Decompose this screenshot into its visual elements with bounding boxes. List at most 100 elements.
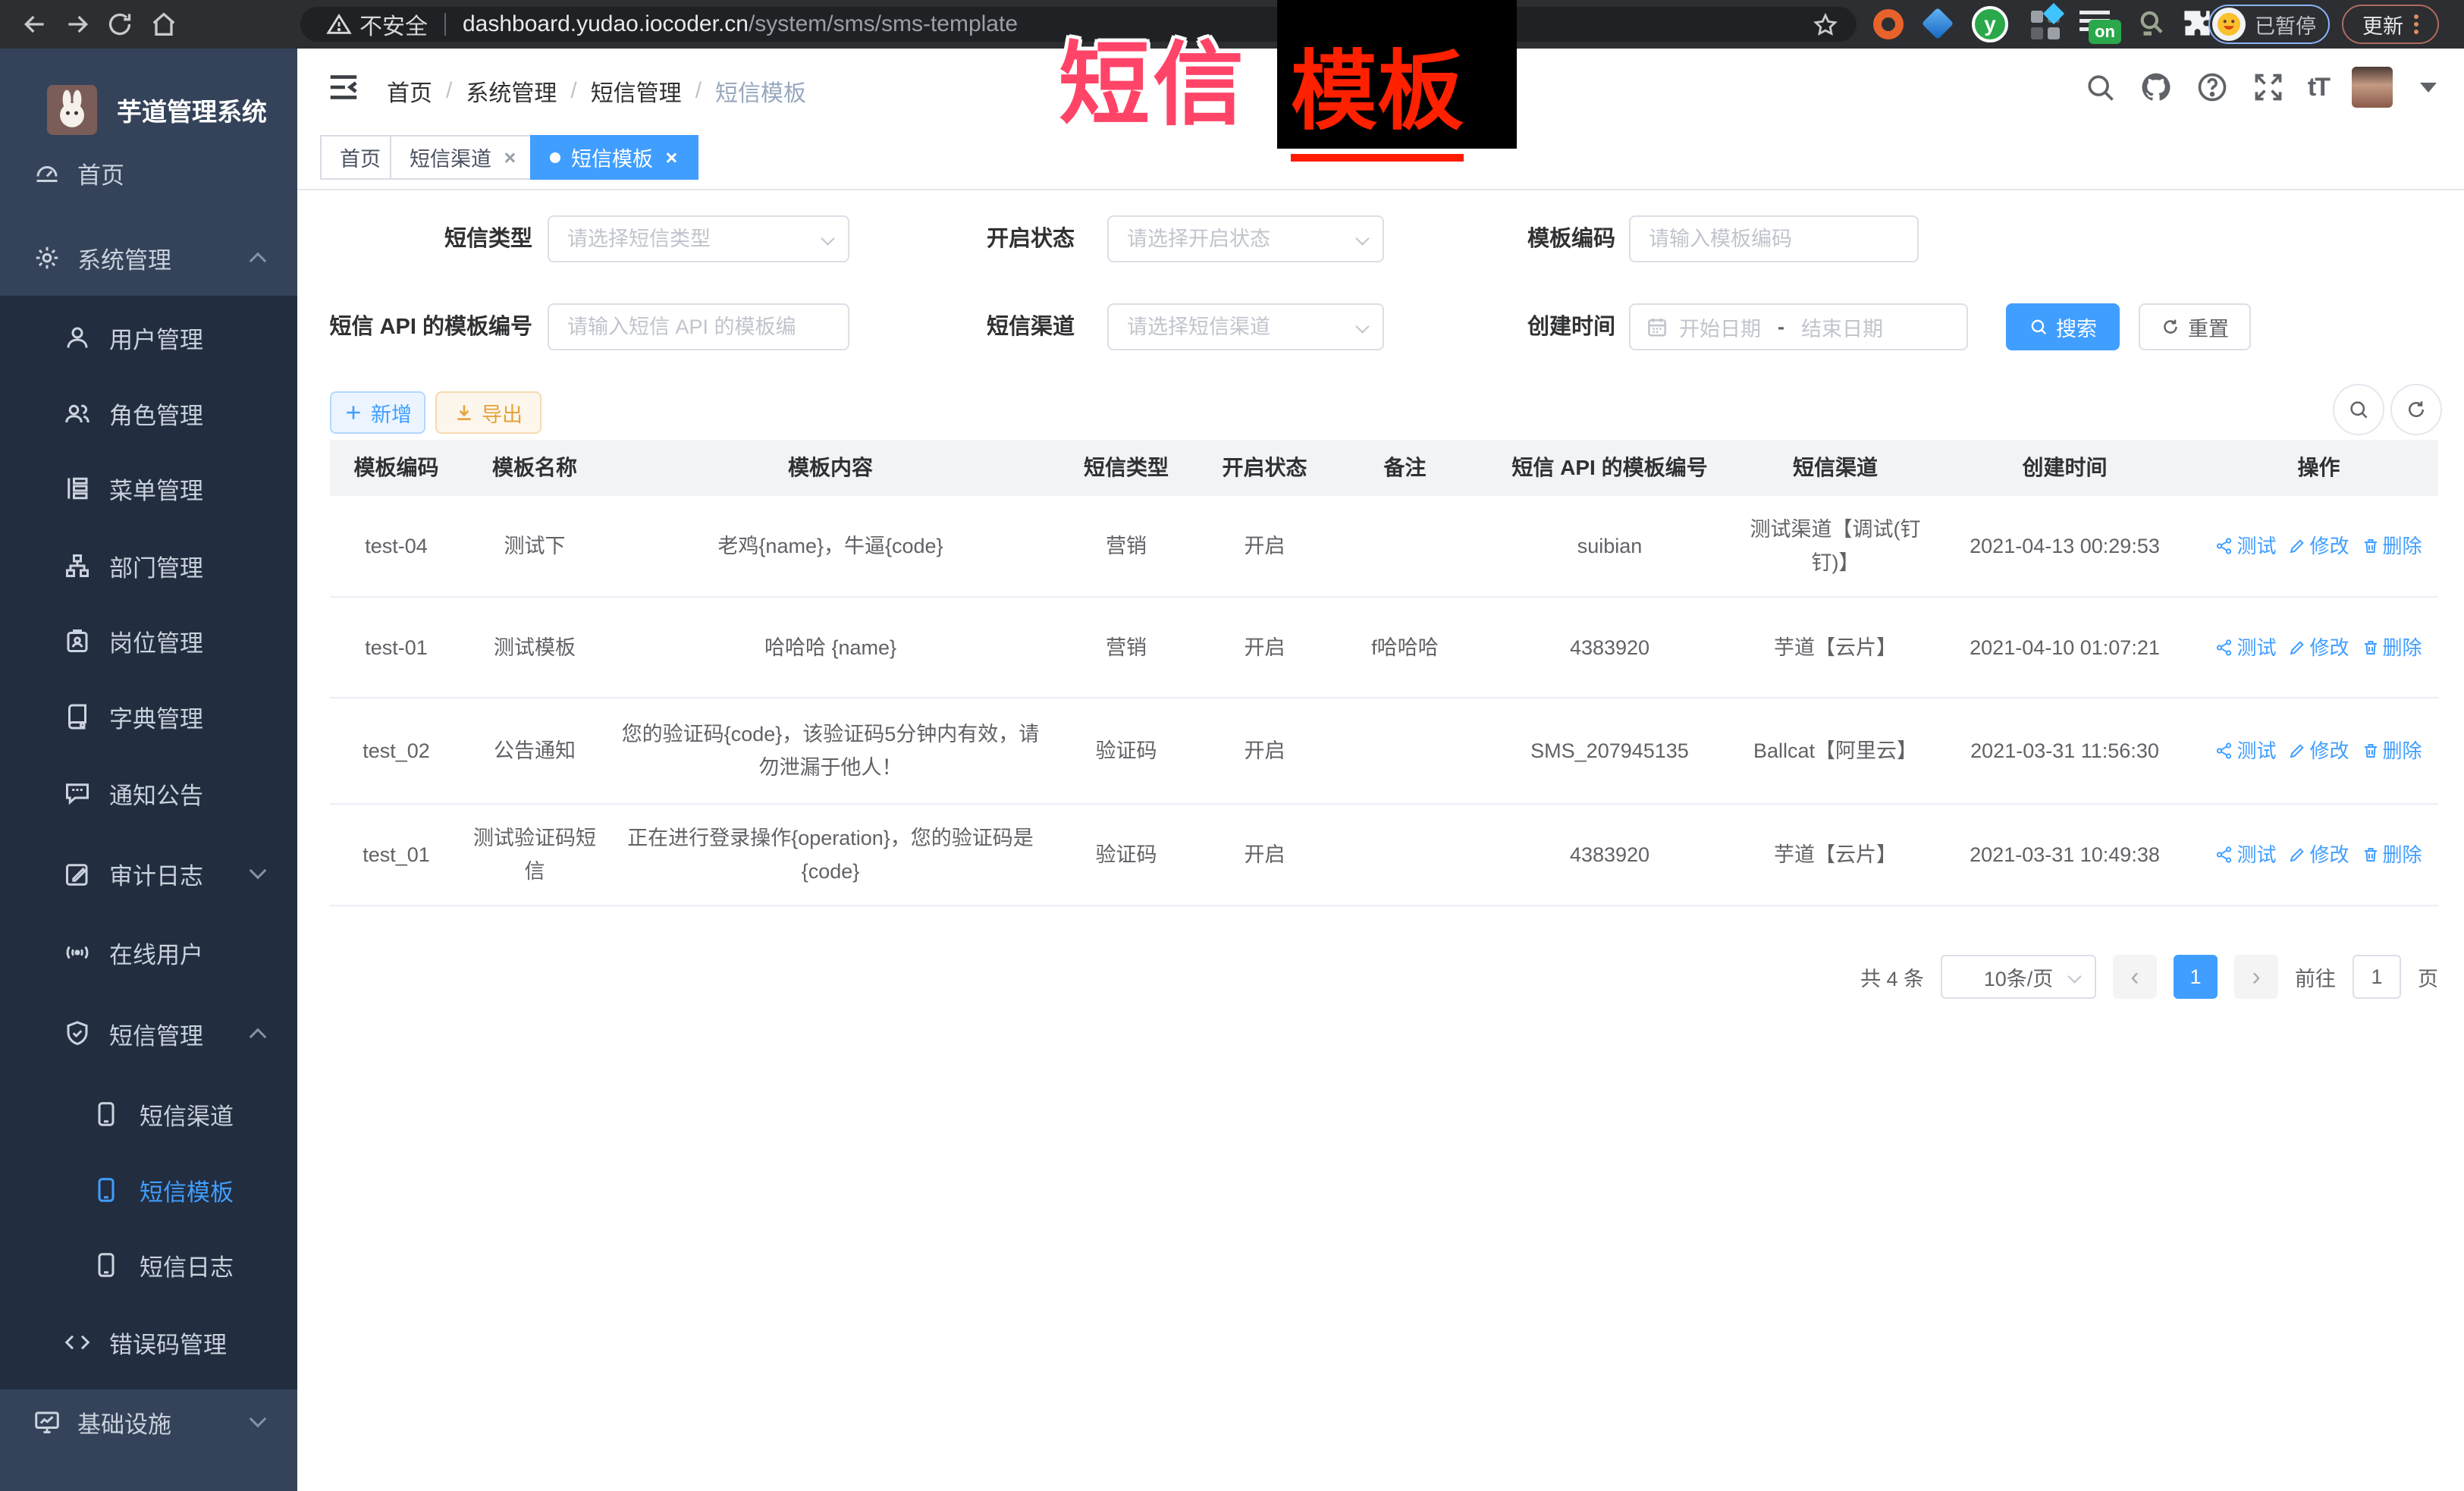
active-tab-dot (550, 152, 560, 163)
sidebar-item-menus[interactable]: 菜单管理 (0, 450, 297, 526)
table-row: test_01 测试验证码短信 正在进行登录操作{operation}，您的验证… (330, 805, 2438, 906)
browser-back-icon[interactable] (20, 9, 50, 39)
gear-icon (33, 244, 61, 272)
help-icon[interactable] (2196, 71, 2229, 104)
extension-gem-icon[interactable] (1926, 12, 1958, 44)
sidebar-item-sms-channel[interactable]: 短信渠道 (0, 1076, 297, 1152)
end-date-placeholder[interactable]: 结束日期 (1801, 312, 1883, 342)
edit-link[interactable]: 修改 (2288, 734, 2349, 767)
extension-grid-icon[interactable] (2031, 9, 2063, 41)
font-size-icon[interactable]: tT (2308, 73, 2329, 102)
tab-sms-channel[interactable]: 短信渠道 (390, 135, 537, 180)
table-row: test-01 测试模板 哈哈哈 {name} 营销 开启 f哈哈哈 43839… (330, 598, 2438, 698)
tab-home[interactable]: 首页 (320, 135, 400, 180)
browser-update-button[interactable]: 更新 (2342, 5, 2439, 44)
sidebar-item-home[interactable]: 首页 (0, 135, 297, 211)
phone-icon (93, 1176, 120, 1204)
tab-sms-template[interactable]: 短信模板 (530, 135, 698, 180)
fullscreen-icon[interactable] (2252, 71, 2285, 104)
sidebar-item-dictionary[interactable]: 字典管理 (0, 679, 297, 755)
export-button[interactable]: 导出 (435, 391, 541, 434)
template-code-input[interactable] (1629, 215, 1919, 262)
pagination-total: 共 4 条 (1860, 962, 1924, 992)
page-size-select[interactable]: 10条/页 (1941, 955, 2096, 999)
prev-page-button[interactable]: ‹ (2113, 955, 2157, 999)
sidebar-item-system[interactable]: 系统管理 (0, 220, 297, 296)
close-icon[interactable] (502, 150, 517, 165)
sidebar-item-departments[interactable]: 部门管理 (0, 528, 297, 604)
status-label: 开启状态 (942, 215, 1075, 262)
browser-profile-button[interactable]: 已暂停 (2208, 5, 2330, 44)
add-button[interactable]: 新增 (330, 391, 425, 434)
sidebar-item-online-users[interactable]: 在线用户 (0, 915, 297, 990)
page-unit-label: 页 (2418, 962, 2438, 992)
sidebar-item-audit-log[interactable]: 审计日志 (0, 836, 297, 912)
breadcrumb-sms[interactable]: 短信管理 (591, 74, 682, 108)
edit-icon (2288, 639, 2306, 657)
extension-orange-ring-icon[interactable] (1873, 9, 1905, 41)
sidebar-item-infrastructure[interactable]: 基础设施 (0, 1384, 297, 1460)
edit-link[interactable]: 修改 (2288, 631, 2349, 664)
sidebar-item-users[interactable]: 用户管理 (0, 300, 297, 375)
sidebar-item-posts[interactable]: 岗位管理 (0, 603, 297, 679)
user-avatar[interactable] (2352, 67, 2393, 108)
goto-page-input[interactable] (2353, 955, 2401, 999)
sidebar-collapse-icon[interactable] (326, 70, 361, 105)
delete-link[interactable]: 删除 (2362, 631, 2422, 664)
github-icon[interactable] (2139, 71, 2173, 104)
bookmark-star-icon[interactable] (1813, 12, 1838, 38)
edit-link[interactable]: 修改 (2288, 838, 2349, 871)
page-1-button[interactable]: 1 (2174, 955, 2218, 999)
extension-y-circle-icon[interactable]: y (1972, 6, 2004, 38)
users-icon (64, 400, 91, 427)
chevron-down-icon (250, 1411, 267, 1428)
sidebar-item-sms-template[interactable]: 短信模板 (0, 1152, 297, 1228)
sidebar-item-announcements[interactable]: 通知公告 (0, 755, 297, 831)
search-icon (2347, 398, 2370, 421)
delete-link[interactable]: 删除 (2362, 529, 2422, 563)
edit-link[interactable]: 修改 (2288, 529, 2349, 563)
date-range-picker[interactable]: 开始日期 - 结束日期 (1629, 303, 1968, 350)
sidebar-item-sms[interactable]: 短信管理 (0, 996, 297, 1072)
browser-home-icon[interactable] (149, 9, 179, 39)
browser-forward-icon[interactable] (62, 9, 93, 39)
code-icon (64, 1329, 91, 1356)
search-icon (2029, 317, 2048, 337)
user-icon (64, 324, 91, 351)
chevron-down-icon (250, 862, 267, 880)
chevron-down-icon (2067, 969, 2081, 983)
status-select[interactable] (1107, 215, 1384, 262)
delete-link[interactable]: 删除 (2362, 838, 2422, 871)
breadcrumb-home[interactable]: 首页 (387, 74, 432, 108)
avatar-dropdown-caret-icon[interactable] (2420, 83, 2437, 93)
test-link[interactable]: 测试 (2215, 734, 2276, 767)
search-icon[interactable] (2083, 71, 2117, 104)
sidebar-item-error-codes[interactable]: 错误码管理 (0, 1304, 297, 1380)
test-link[interactable]: 测试 (2215, 631, 2276, 664)
sms-template-table: 模板编码 模板名称 模板内容 短信类型 开启状态 备注 短信 API 的模板编号… (330, 440, 2438, 906)
sidebar-item-roles[interactable]: 角色管理 (0, 375, 297, 451)
table-row: test_02 公告通知 您的验证码{code}，该验证码5分钟内有效，请勿泄漏… (330, 698, 2438, 805)
next-page-button[interactable]: › (2234, 955, 2278, 999)
extension-magnifier-icon[interactable] (2136, 8, 2167, 39)
caption-text-front: 短信 (1059, 11, 1247, 143)
table-search-toggle-button[interactable] (2333, 384, 2384, 435)
browser-menu-kebab-icon[interactable] (2414, 11, 2418, 37)
test-link[interactable]: 测试 (2215, 838, 2276, 871)
reset-button[interactable]: 重置 (2139, 303, 2251, 350)
table-refresh-button[interactable] (2390, 384, 2442, 435)
test-link[interactable]: 测试 (2215, 529, 2276, 563)
channel-select[interactable] (1107, 303, 1384, 350)
search-button[interactable]: 搜索 (2006, 303, 2120, 350)
close-icon[interactable] (664, 150, 679, 165)
sms-type-select[interactable] (548, 215, 849, 262)
calendar-icon (1646, 315, 1668, 338)
delete-link[interactable]: 删除 (2362, 734, 2422, 767)
api-template-id-input[interactable] (548, 303, 849, 350)
trash-icon (2362, 537, 2380, 555)
start-date-placeholder[interactable]: 开始日期 (1679, 312, 1761, 342)
breadcrumb-system[interactable]: 系统管理 (466, 74, 557, 108)
browser-reload-icon[interactable] (105, 9, 135, 39)
sidebar-item-sms-log[interactable]: 短信日志 (0, 1227, 297, 1303)
extension-list-on-icon[interactable]: on (2079, 9, 2111, 41)
